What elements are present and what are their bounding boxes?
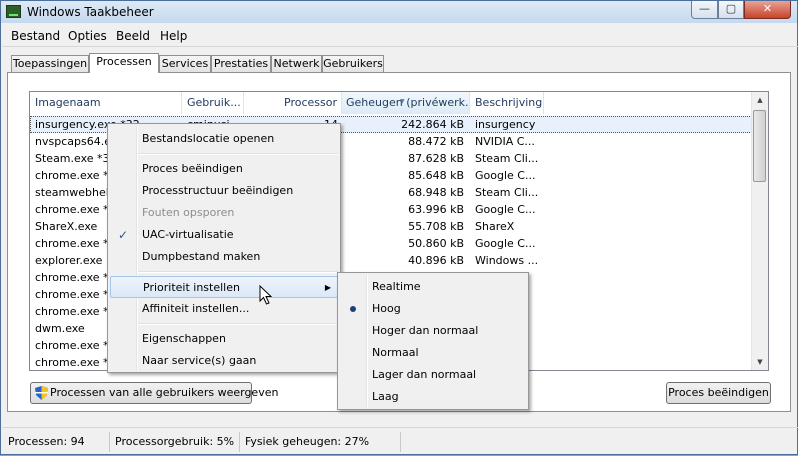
menu-separator — [138, 323, 338, 325]
cell-beschrijving: Google C... — [475, 237, 536, 250]
priority-item-label: Hoog — [372, 302, 401, 315]
priority-item-label: Lager dan normaal — [372, 368, 477, 381]
column-label: Gebruik... — [187, 96, 241, 109]
title-bar[interactable]: Windows Taakbeheer — ▢ ✕ — [1, 1, 797, 23]
menu-item-label: Bestandslocatie openen — [142, 132, 275, 145]
menu-item-uac-virtualisatie[interactable]: ✓ UAC-virtualisatie — [110, 224, 338, 246]
menu-bestand[interactable]: Bestand — [11, 29, 60, 43]
column-header-processor[interactable]: Processor — [244, 92, 342, 114]
menu-item-label: Proces beëindigen — [142, 162, 243, 175]
menu-bar: Bestand Opties Beeld Help — [2, 26, 798, 47]
cell-beschrijving: Steam Cli... — [475, 152, 539, 165]
column-header-gebruiker[interactable]: Gebruik... — [182, 92, 244, 114]
tab-gebruikers[interactable]: Gebruikers — [322, 55, 384, 72]
menu-help[interactable]: Help — [160, 29, 187, 43]
show-all-users-label: Processen van alle gebruikers weergeven — [50, 386, 279, 399]
column-label: Geheugen (privéwerk... — [346, 96, 470, 109]
checkmark-icon: ✓ — [118, 228, 129, 242]
tab-netwerk[interactable]: Netwerk — [271, 55, 322, 72]
priority-item-realtime[interactable]: Realtime — [340, 276, 526, 298]
priority-item-normaal[interactable]: Normaal — [340, 342, 526, 364]
column-header-beschrijving[interactable]: Beschrijving — [470, 92, 544, 114]
status-cpu: Processorgebruik: 5% — [111, 432, 240, 452]
menu-item-label: Dumpbestand maken — [142, 250, 261, 263]
task-manager-app-icon — [6, 5, 21, 18]
column-header-imagenaam[interactable]: Imagenaam — [30, 92, 182, 114]
priority-item-label: Hoger dan normaal — [372, 324, 479, 337]
cell-beschrijving: Google C... — [475, 169, 536, 182]
cell-geheugen: 50.860 kB — [408, 237, 464, 250]
cell-geheugen: 87.628 kB — [408, 152, 464, 165]
uac-shield-icon — [35, 386, 48, 400]
cell-beschrijving: Steam Cli... — [475, 186, 539, 199]
menu-item-bestandslocatie-openen[interactable]: Bestandslocatie openen — [110, 128, 338, 150]
column-header-geheugen[interactable]: ▼ Geheugen (privéwerk... — [342, 92, 470, 114]
menu-item-label: Naar service(s) gaan — [142, 354, 257, 367]
priority-item-lager-dan-normaal[interactable]: Lager dan normaal — [340, 364, 526, 386]
cell-geheugen: 88.472 kB — [408, 135, 464, 148]
vertical-scrollbar[interactable]: ▲ ▼ — [751, 92, 768, 370]
window-title: Windows Taakbeheer — [27, 5, 154, 19]
radio-selected-icon — [350, 306, 356, 312]
mouse-pointer-icon — [259, 285, 273, 305]
cell-beschrijving: ShareX — [475, 220, 515, 233]
priority-item-hoger-dan-normaal[interactable]: Hoger dan normaal — [340, 320, 526, 342]
menu-item-label: Eigenschappen — [142, 332, 226, 345]
menu-separator — [138, 153, 338, 155]
menu-item-prioriteit-instellen[interactable]: Prioriteit instellen ▶ — [110, 276, 338, 298]
menu-item-label: Fouten opsporen — [142, 206, 235, 219]
menu-separator — [138, 271, 338, 273]
menu-item-dumpbestand-maken[interactable]: Dumpbestand maken — [110, 246, 338, 268]
menu-item-label: Prioriteit instellen — [143, 281, 240, 294]
minimize-button[interactable]: — — [691, 1, 718, 19]
show-all-users-button[interactable]: Processen van alle gebruikers weergeven — [30, 382, 278, 404]
cell-beschrijving: insurgency — [475, 118, 536, 131]
status-bar: Processen: 94 Processorgebruik: 5% Fysie… — [2, 427, 798, 456]
cell-geheugen: 85.648 kB — [408, 169, 464, 182]
sort-descending-icon: ▼ — [400, 98, 405, 105]
menu-item-proces-be-indigen[interactable]: Proces beëindigen — [110, 158, 338, 180]
cell-geheugen: 40.896 kB — [408, 254, 464, 267]
menu-item-eigenschappen[interactable]: Eigenschappen — [110, 328, 338, 350]
cell-beschrijving: Google C... — [475, 203, 536, 216]
menu-item-label: Affiniteit instellen... — [142, 302, 250, 315]
menu-opties[interactable]: Opties — [68, 29, 107, 43]
menu-item-affiniteit-instellen[interactable]: Affiniteit instellen... — [110, 298, 338, 320]
tab-prestaties[interactable]: Prestaties — [211, 55, 271, 72]
menu-item-label: UAC-virtualisatie — [142, 228, 234, 241]
priority-item-label: Laag — [372, 390, 399, 403]
cell-beschrijving: Windows ... — [475, 254, 539, 267]
menu-item-label: Processtructuur beëindigen — [142, 184, 294, 197]
column-label: Imagenaam — [35, 96, 101, 109]
status-processes: Processen: 94 — [4, 432, 110, 452]
end-process-button[interactable]: Proces beëindigen — [666, 382, 771, 404]
priority-submenu: Realtime Hoog Hoger dan normaal Normaal Lage… — [337, 272, 529, 410]
cell-geheugen: 242.864 kB — [401, 118, 464, 131]
maximize-button[interactable]: ▢ — [718, 1, 744, 19]
priority-item-hoog[interactable]: Hoog — [340, 298, 526, 320]
cell-geheugen: 68.948 kB — [408, 186, 464, 199]
cell-geheugen: 55.708 kB — [408, 220, 464, 233]
menu-item-naar-service-s-gaan[interactable]: Naar service(s) gaan — [110, 350, 338, 372]
tab-services[interactable]: Services — [159, 55, 211, 72]
priority-item-label: Normaal — [372, 346, 419, 359]
tab-toepassingen[interactable]: Toepassingen — [11, 55, 89, 72]
column-label: Beschrijving — [475, 96, 543, 109]
tab-processen[interactable]: Processen — [89, 53, 159, 73]
cell-geheugen: 63.996 kB — [408, 203, 464, 216]
priority-item-label: Realtime — [372, 280, 421, 293]
process-context-menu: Bestandslocatie openen Proces beëindigen P… — [107, 123, 341, 373]
menu-item-fouten-opsporen[interactable]: Fouten opsporen — [110, 202, 338, 224]
scroll-down-icon[interactable]: ▼ — [752, 354, 768, 370]
close-button[interactable]: ✕ — [744, 1, 791, 19]
status-memory: Fysiek geheugen: 27% — [241, 432, 401, 452]
priority-item-laag[interactable]: Laag — [340, 386, 526, 408]
menu-item-processtructuur-be-indigen[interactable]: Processtructuur beëindigen — [110, 180, 338, 202]
cell-beschrijving: NVIDIA C... — [475, 135, 535, 148]
scrollbar-thumb[interactable] — [753, 110, 766, 182]
submenu-arrow-icon: ▶ — [324, 283, 331, 292]
menu-beeld[interactable]: Beeld — [116, 29, 150, 43]
column-label: Processor — [284, 96, 337, 109]
scroll-up-icon[interactable]: ▲ — [752, 92, 768, 108]
